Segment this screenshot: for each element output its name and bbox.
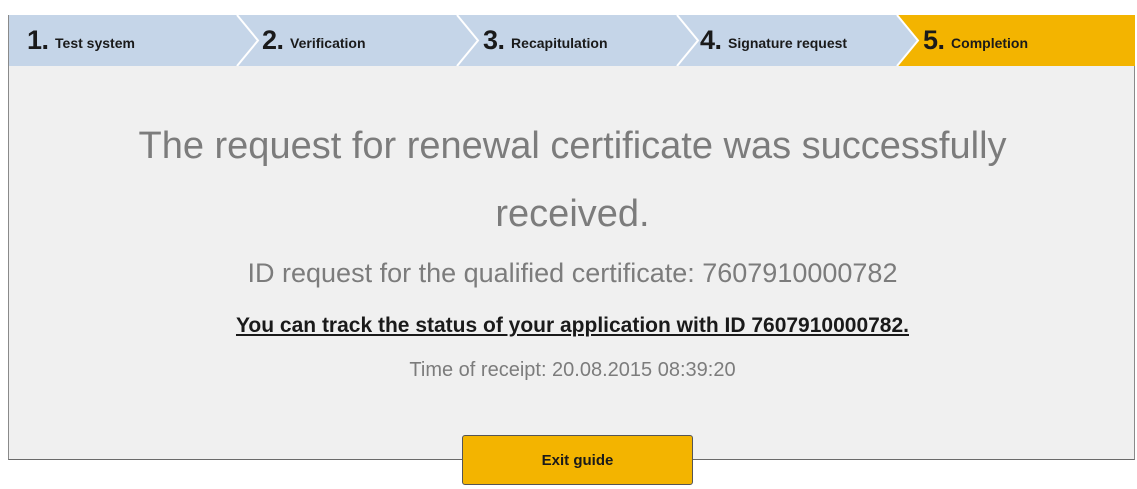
step-1-number: 1 <box>27 25 42 55</box>
wizard-steps: 1. Test system 2. Verification 3. Recapitul… <box>9 15 1135 66</box>
completion-panel: 1. Test system 2. Verification 3. Recapitul… <box>8 15 1135 460</box>
step-3-number: 3 <box>483 25 498 55</box>
step-1-label: Test system <box>55 34 135 51</box>
step-3: 3. Recapitulation <box>483 15 608 66</box>
track-status-link[interactable]: You can track the status of your applica… <box>9 314 1136 338</box>
step-1-dot: . <box>41 25 50 55</box>
step-3-dot: . <box>497 25 506 55</box>
step-4-label: Signature request <box>728 34 848 51</box>
success-title-line-1: The request for renewal certificate was … <box>138 125 1007 167</box>
step-2: 2. Verification <box>262 15 366 66</box>
step-5-dot: . <box>937 25 946 55</box>
step-4: 4. Signature request <box>700 15 847 66</box>
step-5-number: 5 <box>923 25 938 55</box>
step-2-dot: . <box>276 25 285 55</box>
step-4-number: 4 <box>700 25 715 55</box>
exit-guide-button[interactable]: Exit guide <box>462 435 693 485</box>
receipt-time-text: Time of receipt: 20.08.2015 08:39:20 <box>409 359 736 381</box>
success-title-line-2: received. <box>495 193 650 235</box>
step-3-label: Recapitulation <box>511 34 608 51</box>
step-5-label: Completion <box>951 34 1029 51</box>
step-1: 1. Test system <box>27 15 135 66</box>
step-5: 5. Completion <box>923 15 1028 66</box>
request-id-text: ID request for the qualified certificate… <box>247 258 898 288</box>
step-4-dot: . <box>714 25 723 55</box>
step-2-number: 2 <box>262 25 277 55</box>
step-2-label: Verification <box>290 34 366 51</box>
